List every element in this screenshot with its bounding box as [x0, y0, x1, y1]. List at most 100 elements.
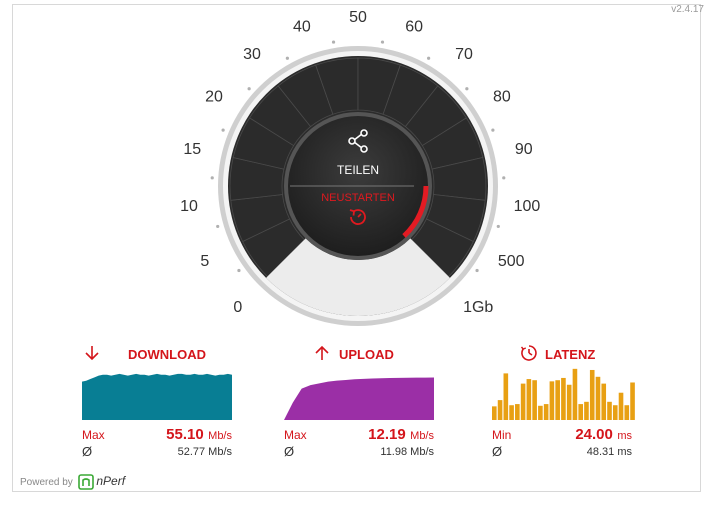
latency-bar — [566, 384, 572, 420]
latency-bar — [601, 383, 607, 420]
latency-min-row: Min 24.00 ms — [492, 426, 632, 444]
powered-by-label: Powered by — [20, 476, 73, 488]
gauge-scale-label: 15 — [183, 141, 201, 158]
download-sparkline — [82, 373, 232, 420]
upload-max: 12.19 Mb/s — [368, 426, 434, 444]
gauge-scale-label: 5 — [200, 253, 209, 270]
upload-max-label: Max — [284, 428, 307, 442]
nperf-logo[interactable]: nPerf — [77, 474, 126, 491]
download-avg-symbol: Ø — [82, 444, 93, 459]
latency-min: 24.00 ms — [575, 426, 632, 444]
arrow-down-icon — [85, 346, 99, 361]
download-max-value: 55.10 — [166, 426, 204, 443]
latency-panel: LATENZ Min 24.00 ms Ø 48.31 ms — [492, 344, 642, 464]
upload-avg-symbol: Ø — [284, 444, 295, 459]
upload-max-unit: Mb/s — [410, 430, 434, 442]
upload-header: UPLOAD — [284, 344, 434, 364]
latency-bar — [572, 368, 578, 420]
latency-avg-symbol: Ø — [492, 444, 503, 459]
upload-avg-row: Ø 11.98 Mb/s — [284, 444, 434, 460]
gauge-minor-tick — [285, 56, 289, 60]
powered-by: Powered by nPerf — [20, 474, 126, 491]
download-header: DOWNLOAD — [82, 344, 232, 364]
upload-panel: UPLOAD Max 12.19 Mb/s Ø 11.98 Mb/s — [284, 344, 434, 464]
download-title: DOWNLOAD — [128, 347, 206, 362]
upload-max-value: 12.19 — [368, 426, 406, 443]
latency-header: LATENZ — [492, 344, 642, 364]
download-max-label: Max — [82, 428, 105, 442]
share-icon — [348, 129, 368, 153]
gauge-minor-tick — [380, 40, 385, 44]
nperf-logo-icon — [77, 474, 94, 491]
share-label: TEILEN — [336, 163, 379, 177]
gauge-scale-label: 70 — [455, 46, 473, 63]
latency-bar — [561, 377, 566, 420]
gauge-scale-label: 50 — [349, 9, 367, 26]
latency-bar — [520, 383, 526, 420]
latency-title: LATENZ — [545, 347, 596, 362]
latency-bar — [624, 405, 630, 420]
latency-bar — [549, 381, 555, 420]
gauge-scale-label: 0 — [233, 299, 242, 316]
upload-title: UPLOAD — [339, 347, 394, 362]
gauge-scale-label: 500 — [498, 253, 525, 270]
latency-avg-value: 48.31 ms — [586, 446, 632, 458]
latency-bar — [595, 376, 601, 420]
download-panel: DOWNLOAD Max 55.10 Mb/s Ø 52.77 Mb/s — [82, 344, 232, 464]
latency-bar — [607, 401, 612, 420]
latency-bar — [497, 400, 503, 420]
latency-bar — [578, 404, 584, 420]
gauge-scale-label: 30 — [243, 46, 261, 63]
arrow-up-icon — [315, 345, 329, 360]
restart-button[interactable]: NEUSTARTEN — [310, 192, 406, 236]
download-max-row: Max 55.10 Mb/s — [82, 426, 232, 443]
gauge-scale-label: 1Gb — [463, 299, 493, 316]
latency-bar — [526, 379, 532, 420]
latency-bar — [503, 373, 509, 420]
download-area — [82, 373, 232, 420]
gauge-scale-label: 80 — [493, 89, 511, 106]
restart-label: NEUSTARTEN — [321, 192, 395, 204]
gauge-minor-tick — [491, 128, 495, 132]
gauge-minor-tick — [221, 128, 225, 132]
latency-min-label: Min — [492, 428, 512, 442]
gauge-minor-tick — [427, 56, 431, 60]
restart-icon — [349, 209, 366, 225]
share-button[interactable]: TEILEN — [318, 128, 398, 177]
upload-avg-value: 11.98 Mb/s — [380, 446, 434, 458]
latency-bar — [618, 392, 624, 420]
latency-bar — [492, 406, 497, 420]
gauge-scale-label: 90 — [515, 141, 533, 158]
gauge-scale-label: 10 — [180, 198, 198, 215]
latency-bars — [492, 368, 635, 420]
gauge-minor-tick — [216, 224, 220, 229]
gauge-scale-label: 20 — [205, 89, 223, 106]
gauge-minor-tick — [331, 40, 336, 44]
latency-bar — [543, 404, 549, 420]
latency-bar — [589, 369, 595, 420]
latency-bar — [584, 401, 589, 420]
gauge-scale-label: 100 — [514, 198, 541, 215]
latency-min-unit: ms — [617, 430, 632, 442]
latency-bar — [532, 380, 537, 420]
gauge-minor-tick — [237, 268, 241, 273]
upload-max-row: Max 12.19 Mb/s — [284, 426, 434, 444]
upload-sparkline — [284, 377, 434, 420]
latency-min-value: 24.00 — [575, 426, 613, 443]
latency-avg-row: Ø 48.31 ms — [492, 444, 632, 460]
gauge-minor-tick — [475, 268, 479, 273]
download-avg-value: 52.77 Mb/s — [177, 446, 232, 458]
gauge-scale-label: 60 — [405, 19, 423, 36]
gauge-minor-tick — [247, 87, 251, 91]
stopwatch-icon — [520, 345, 537, 361]
download-avg-row: Ø 52.77 Mb/s — [82, 444, 232, 460]
latency-bar — [538, 405, 543, 420]
latency-bar — [630, 382, 635, 420]
gauge-minor-tick — [210, 176, 214, 180]
nperf-brand: nPerf — [96, 474, 126, 488]
gauge-scale-label: 40 — [293, 19, 311, 36]
gauge-minor-tick — [502, 176, 506, 180]
latency-bar — [612, 405, 618, 420]
download-max-unit: Mb/s — [208, 430, 232, 442]
gauge-minor-tick — [465, 87, 469, 91]
